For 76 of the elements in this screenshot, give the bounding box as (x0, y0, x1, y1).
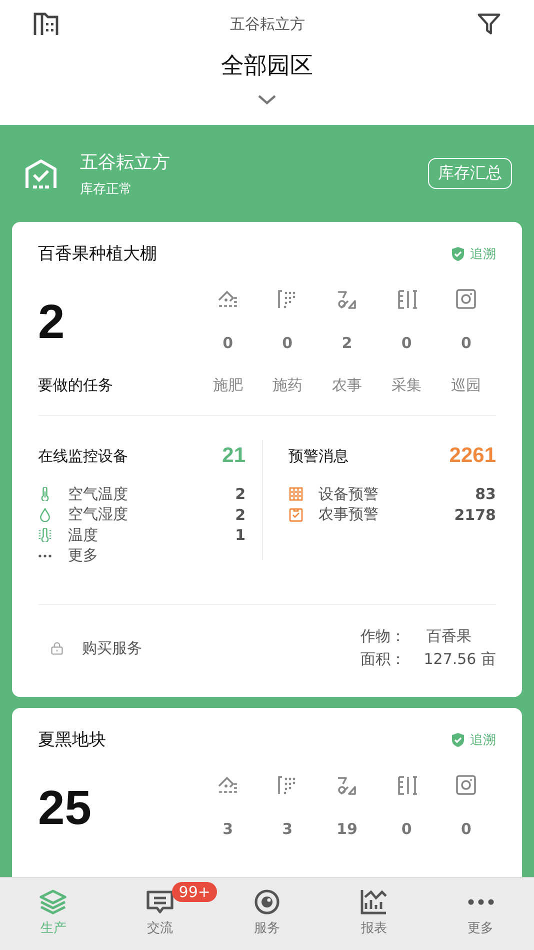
park-title[interactable]: 全部园区 (221, 50, 313, 81)
task-count: 25 (38, 785, 92, 833)
more-icon (468, 899, 494, 905)
warning-item-count: 2178 (454, 506, 496, 524)
tab-item[interactable]: 报表 (320, 878, 428, 950)
sensor-label[interactable]: 空气湿度 (68, 505, 236, 524)
task-type-count: 0 (401, 820, 412, 838)
water-drop-icon (38, 508, 52, 522)
warning-item-count: 83 (475, 485, 496, 504)
warehouse-check-icon (24, 158, 58, 190)
fertilizer-icon (216, 289, 239, 309)
building-icon[interactable] (33, 12, 59, 36)
task-type-label[interactable]: 巡园 (451, 376, 482, 395)
area-value: 127.56 亩 (424, 650, 496, 669)
warning-label[interactable]: 设备预警 (318, 484, 476, 504)
task-type-count: 0 (460, 820, 472, 838)
crop-label: 作物： (360, 627, 406, 646)
sensor-label[interactable]: 空气温度 (68, 484, 236, 504)
task-type-count: 19 (336, 820, 358, 838)
task-type-count: 2 (342, 334, 352, 352)
warnings-title: 预警消息 (288, 446, 348, 466)
shield-check-icon (452, 732, 464, 746)
warning-count: 2261 (449, 444, 496, 468)
org-name: 五谷耘立方 (230, 14, 305, 34)
crop-value: 百香果 (426, 627, 472, 646)
warning-label[interactable]: 农事预警 (318, 505, 454, 524)
lock-icon (50, 641, 64, 655)
stock-status: 库存正常 (80, 180, 133, 198)
task-type-count: 0 (460, 334, 472, 352)
camera-icon (455, 775, 478, 795)
fertilizer-icon (216, 775, 239, 795)
stock-summary-button[interactable]: 库存汇总 (428, 158, 512, 189)
sensor-count: 1 (235, 526, 246, 544)
area-label: 面积： (360, 650, 406, 669)
sensor-count: 2 (235, 506, 246, 524)
buy-service-link[interactable]: 购买服务 (82, 638, 142, 658)
unread-badge: 99+ (172, 882, 218, 902)
sensor-label[interactable]: 更多 (68, 546, 246, 566)
task-type-count: 3 (282, 820, 293, 838)
heat-sensor-icon (38, 528, 52, 542)
trace-link[interactable]: 追溯 (470, 244, 496, 262)
task-type-label[interactable]: 施药 (272, 376, 302, 395)
task-type-count: 3 (222, 820, 234, 838)
task-type-label[interactable]: 施肥 (212, 376, 243, 395)
device-count: 21 (222, 444, 246, 468)
tab-item[interactable]: 更多 (427, 878, 534, 950)
camera-icon (455, 289, 478, 309)
layers-icon (39, 889, 68, 915)
shield-check-icon (452, 246, 464, 260)
eye-icon (252, 889, 281, 915)
plot-card[interactable]: 百香果种植大棚 追溯 2 要做的任务 0 施肥 0 施药 2 农事 0 采集 0 巡园 在线监控设备 21 空气温度 2 空气湿度 2 温度 1 更多 预警消息 2261 设备预警 83 农事预警 2178 购买服务 作物： 百香果 面积： 127.56 亩 (12, 222, 522, 697)
sensor-label[interactable]: 温度 (68, 526, 236, 545)
message-icon (146, 889, 174, 915)
device-icon (288, 487, 302, 502)
task-label: 要做的任务 (38, 376, 114, 395)
tools-icon (336, 775, 358, 795)
farm-name: 五谷耘立方 (80, 150, 171, 174)
plot-title: 百香果种植大棚 (38, 243, 157, 265)
task-type-label[interactable]: 农事 (332, 376, 362, 395)
clipboard-check-icon (288, 508, 302, 522)
task-type-count: 0 (401, 334, 412, 352)
chevron-down-icon[interactable] (258, 95, 276, 105)
sensor-count: 2 (235, 485, 246, 504)
task-count: 2 (38, 299, 66, 347)
tab-item[interactable]: 生产 (0, 878, 107, 950)
task-type-count: 0 (282, 334, 293, 352)
bar-chart-icon (360, 889, 388, 915)
tools-icon (336, 289, 358, 309)
harvest-icon (396, 775, 418, 795)
monitoring-title: 在线监控设备 (38, 446, 128, 466)
task-type-label[interactable]: 采集 (392, 376, 422, 395)
plot-title: 夏黑地块 (38, 729, 106, 751)
task-type-count: 0 (222, 334, 234, 352)
harvest-icon (396, 289, 418, 309)
trace-link[interactable]: 追溯 (470, 730, 496, 748)
filter-icon[interactable] (476, 12, 502, 36)
